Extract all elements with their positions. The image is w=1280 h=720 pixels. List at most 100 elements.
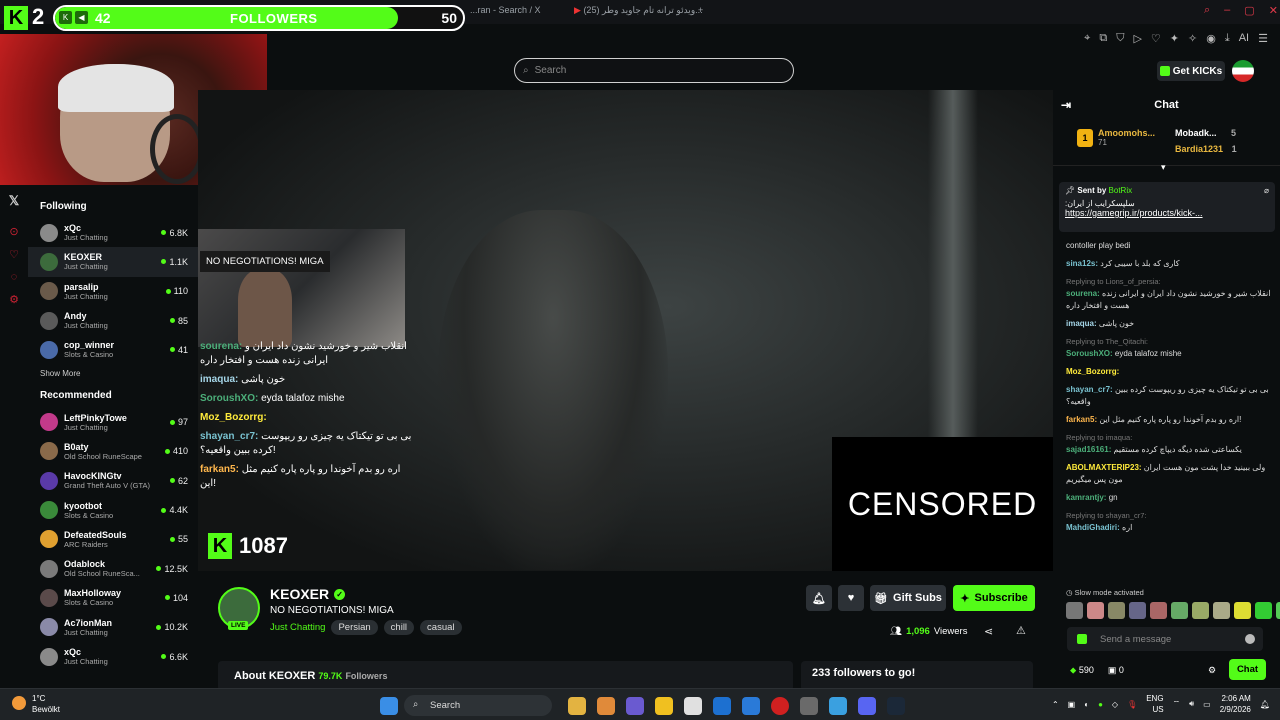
sidebar-channel[interactable]: kyootbot Slots & Casino 4.4K: [28, 495, 198, 524]
sidebar-channel[interactable]: Ac7ionMan Just Chatting 10.2K: [28, 613, 198, 642]
emote-icon[interactable]: [1276, 602, 1280, 619]
opera-icon[interactable]: [771, 697, 789, 715]
notifications-icon[interactable]: 🔔︎: [1260, 700, 1270, 709]
chevron-up-icon[interactable]: ⌃: [1052, 700, 1059, 709]
chat-message[interactable]: sina12s: کاری که بلد با سیبی کرد: [1066, 258, 1276, 270]
chat-message[interactable]: Replying to Lions_of_persia: sourena: انق…: [1066, 276, 1276, 312]
streamer-name[interactable]: KEOXER: [270, 586, 329, 602]
pinned-link[interactable]: https://gamegrip.ir/products/kick-...: [1065, 208, 1269, 218]
heart-icon[interactable]: ♡: [1151, 32, 1161, 45]
cast-icon[interactable]: ▷: [1133, 32, 1141, 45]
settings-icon[interactable]: ⚙: [1208, 665, 1216, 676]
sidebar-channel[interactable]: HavocKINGtv Grand Theft Auto V (GTA) 62: [28, 466, 198, 495]
sidebar-channel[interactable]: cop_winner Slots & Casino 41: [28, 335, 198, 364]
compass-icon[interactable]: ⊙: [0, 225, 28, 238]
bookmark-icon[interactable]: ⌖: [1084, 32, 1090, 45]
sidebar-channel[interactable]: Andy Just Chatting 85: [28, 306, 198, 335]
language-indicator[interactable]: ENG US: [1146, 693, 1163, 715]
expand-icon[interactable]: ▾: [1161, 162, 1166, 173]
chat-message[interactable]: Replying to The_Qitachi: SoroushXO: eyda …: [1066, 336, 1276, 360]
collapse-chat-icon[interactable]: ⇥: [1061, 90, 1071, 120]
chat-message[interactable]: contoller play bedi: [1066, 240, 1276, 252]
chat-message[interactable]: kamrantjy: gn: [1066, 492, 1276, 504]
chat-username[interactable]: shayan_cr7:: [1066, 385, 1113, 394]
subscribe-button[interactable]: ✦ Subscribe: [953, 585, 1035, 611]
chat-username[interactable]: SoroushXO:: [1066, 349, 1113, 358]
tag-chip[interactable]: casual: [420, 620, 462, 635]
tray-app-icon[interactable]: ▣: [1068, 700, 1076, 709]
report-icon[interactable]: ⚠: [1016, 624, 1026, 637]
sidebar-channel[interactable]: KEOXER Just Chatting 1.1K: [28, 247, 198, 277]
chat-username[interactable]: ABOLMAXTERIP23:: [1066, 463, 1142, 472]
points-display[interactable]: ⬥ 590: [1070, 665, 1094, 676]
sidebar-channel[interactable]: parsalip Just Chatting 110: [28, 277, 198, 306]
sidebar-channel[interactable]: DefeatedSouls ARC Raiders 55: [28, 525, 198, 554]
gift-subs-button[interactable]: 🎁︎ Gift Subs: [870, 585, 946, 611]
emote-icon[interactable]: [1108, 602, 1125, 619]
telegram-icon[interactable]: [829, 697, 847, 715]
steam-icon[interactable]: [887, 697, 905, 715]
microphone-icon[interactable]: 🎙︎: [1127, 700, 1137, 709]
app-icon[interactable]: [742, 697, 760, 715]
chat-username[interactable]: MahdiGhadiri:: [1066, 523, 1120, 532]
emote-icon[interactable]: [1150, 602, 1167, 619]
browser-tab-youtube[interactable]: ▶ (25) ویدئو ترانه تام جاوید وطر...: [574, 5, 703, 16]
maximize-icon[interactable]: ▢: [1244, 4, 1254, 17]
discord-icon[interactable]: [858, 697, 876, 715]
emoji-icon[interactable]: [1245, 634, 1255, 644]
chat-message[interactable]: shayan_cr7: بی بی تو تیکتاک یه چیزی رو ر…: [1066, 384, 1276, 408]
ai-icon[interactable]: AI: [1239, 32, 1249, 45]
user-avatar-flag[interactable]: [1232, 60, 1254, 82]
chat-message[interactable]: Moz_Bozorrg:: [1066, 366, 1276, 378]
x-icon[interactable]: 𝕏: [0, 193, 28, 209]
chat-username[interactable]: sourena:: [1066, 289, 1100, 298]
windows-start-icon[interactable]: [380, 697, 398, 715]
show-more-link[interactable]: Show More: [28, 364, 198, 390]
sidebar-channel[interactable]: B0aty Old School RuneScape 410: [28, 437, 198, 466]
wifi-icon[interactable]: ⌔: [1173, 699, 1181, 709]
category-link[interactable]: Just Chatting: [270, 622, 325, 633]
mail-icon[interactable]: [713, 697, 731, 715]
sidebar-channel[interactable]: xQc Just Chatting 6.8K: [28, 218, 198, 247]
emote-icon[interactable]: [1213, 602, 1230, 619]
emote-icon[interactable]: [1255, 602, 1272, 619]
app-icon[interactable]: [655, 697, 673, 715]
sidebar-channel[interactable]: xQc Just Chatting 6.6K: [28, 642, 198, 671]
chat-username[interactable]: imaqua:: [1066, 319, 1097, 328]
copy-icon[interactable]: ⧉: [1099, 32, 1107, 45]
teams-icon[interactable]: [626, 697, 644, 715]
extension-icon[interactable]: ✦: [1170, 32, 1179, 45]
chat-username[interactable]: sajad16161:: [1066, 445, 1111, 454]
sidebar-channel[interactable]: MaxHolloway Slots & Casino 104: [28, 583, 198, 612]
chat-message[interactable]: Replying to imaqua: sajad16161: یکساعتی ش…: [1066, 432, 1276, 456]
follow-button[interactable]: ♥: [838, 585, 864, 611]
sidebar-channel[interactable]: LeftPinkyTowe Just Chatting 97: [28, 407, 198, 436]
chat-message[interactable]: farkan5: اره رو بدم آخوندا رو پاره پاره …: [1066, 414, 1276, 426]
emote-icon[interactable]: [1234, 602, 1251, 619]
chat-input[interactable]: Send a message: [1067, 627, 1263, 651]
emote-icon[interactable]: [1192, 602, 1209, 619]
chat-message[interactable]: imaqua: خون پاشی: [1066, 318, 1276, 330]
battery-icon[interactable]: ▭: [1203, 700, 1211, 709]
download-icon[interactable]: ⤓: [1225, 32, 1230, 45]
pinned-bot-name[interactable]: BotRix: [1109, 186, 1133, 195]
user-icon[interactable]: ◉: [1206, 32, 1216, 45]
chat-icon[interactable]: ◌: [0, 271, 28, 283]
emote-icon[interactable]: [1087, 602, 1104, 619]
menu-icon[interactable]: ☰: [1258, 32, 1268, 45]
weather-widget[interactable]: 1°C Bewölkt: [12, 693, 60, 715]
file-explorer-icon[interactable]: [568, 697, 586, 715]
chat-username[interactable]: farkan5:: [1066, 415, 1097, 424]
app-icon[interactable]: [597, 697, 615, 715]
leader-name[interactable]: Amoomohs...: [1098, 128, 1155, 138]
app-icon[interactable]: [800, 697, 818, 715]
emote-icon[interactable]: [1129, 602, 1146, 619]
close-icon[interactable]: ✕: [1269, 4, 1278, 17]
claim-display[interactable]: ▣ 0: [1108, 665, 1124, 676]
volume-icon[interactable]: 🔊︎: [1189, 699, 1194, 709]
sidebar-channel[interactable]: Odablock Old School RuneSca... 12.5K: [28, 554, 198, 583]
send-chat-button[interactable]: Chat: [1229, 659, 1266, 680]
tag-chip[interactable]: Persian: [331, 620, 378, 635]
settings-icon[interactable]: ⚙: [0, 293, 28, 306]
chat-username[interactable]: Moz_Bozorrg:: [1066, 367, 1119, 376]
